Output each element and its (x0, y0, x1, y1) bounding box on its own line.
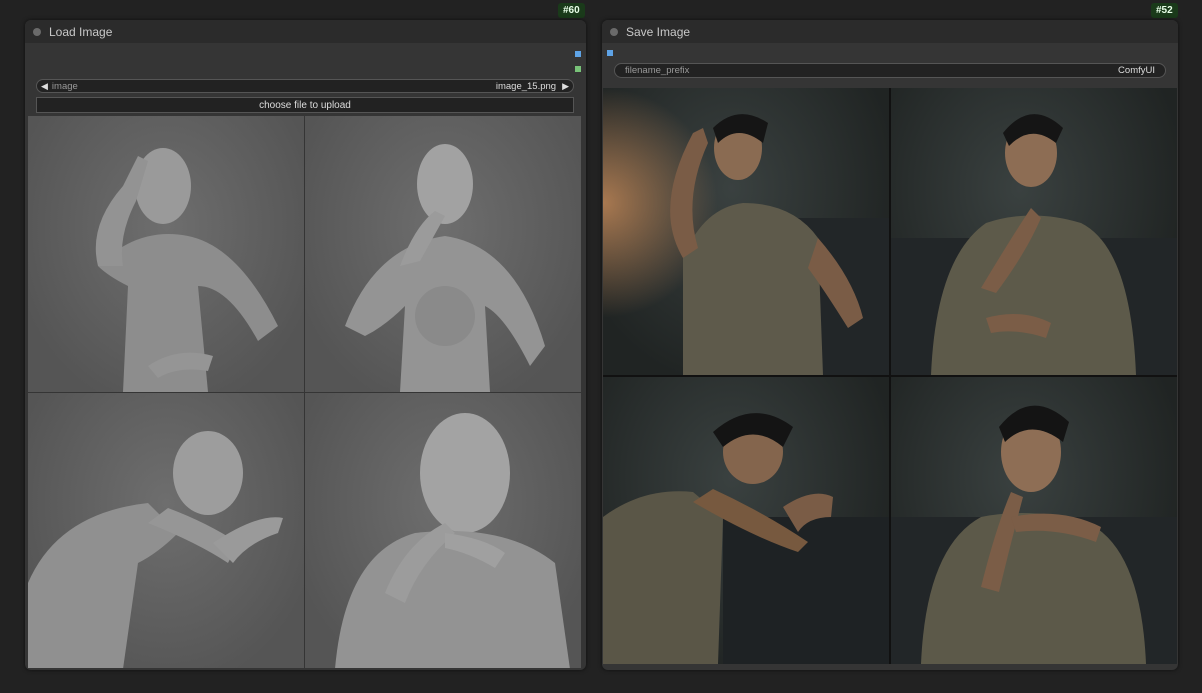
node-title: Load Image (49, 24, 113, 39)
combo-left-arrow-icon[interactable]: ◀ (37, 81, 52, 92)
mannequin-pose-1 (28, 116, 304, 392)
input-image-preview (28, 116, 581, 668)
output-image-preview (603, 88, 1177, 664)
combo-label: image (51, 80, 78, 92)
generated-photo-3 (603, 377, 889, 664)
node-header[interactable]: Load Image (25, 20, 586, 43)
graph-canvas[interactable]: #60 Load Image ◀ image image_15.png ▶ ch… (0, 0, 1202, 693)
collapse-dot-icon[interactable] (610, 27, 618, 36)
node-title: Save Image (626, 24, 691, 39)
node-id-badge-load-image: #60 (558, 3, 585, 18)
input-slot-images-icon[interactable] (607, 50, 613, 56)
widget-label: filename_prefix (625, 65, 690, 76)
combo-value: image_15.png (495, 80, 557, 92)
output-slot-image-icon[interactable] (575, 51, 581, 57)
generated-photo-1 (603, 88, 889, 375)
node-id-badge-save-image: #52 (1151, 3, 1178, 18)
mannequin-pose-4 (305, 393, 581, 668)
filename-prefix-widget[interactable]: filename_prefix ComfyUI (614, 63, 1166, 78)
image-combo-widget[interactable]: ◀ image image_15.png ▶ (36, 79, 574, 93)
mannequin-pose-3 (28, 393, 304, 668)
generated-photo-4 (891, 377, 1177, 664)
load-image-node[interactable]: Load Image ◀ image image_15.png ▶ choose… (25, 20, 586, 670)
node-header[interactable]: Save Image (602, 20, 1178, 43)
generated-photo-2 (891, 88, 1177, 375)
output-slot-mask-icon[interactable] (575, 66, 581, 72)
mannequin-pose-2 (305, 116, 581, 392)
save-image-node[interactable]: Save Image filename_prefix ComfyUI (602, 20, 1178, 670)
choose-file-button[interactable]: choose file to upload (36, 97, 574, 113)
combo-right-arrow-icon[interactable]: ▶ (558, 81, 573, 92)
collapse-dot-icon[interactable] (33, 27, 41, 36)
widget-value: ComfyUI (1118, 65, 1155, 76)
